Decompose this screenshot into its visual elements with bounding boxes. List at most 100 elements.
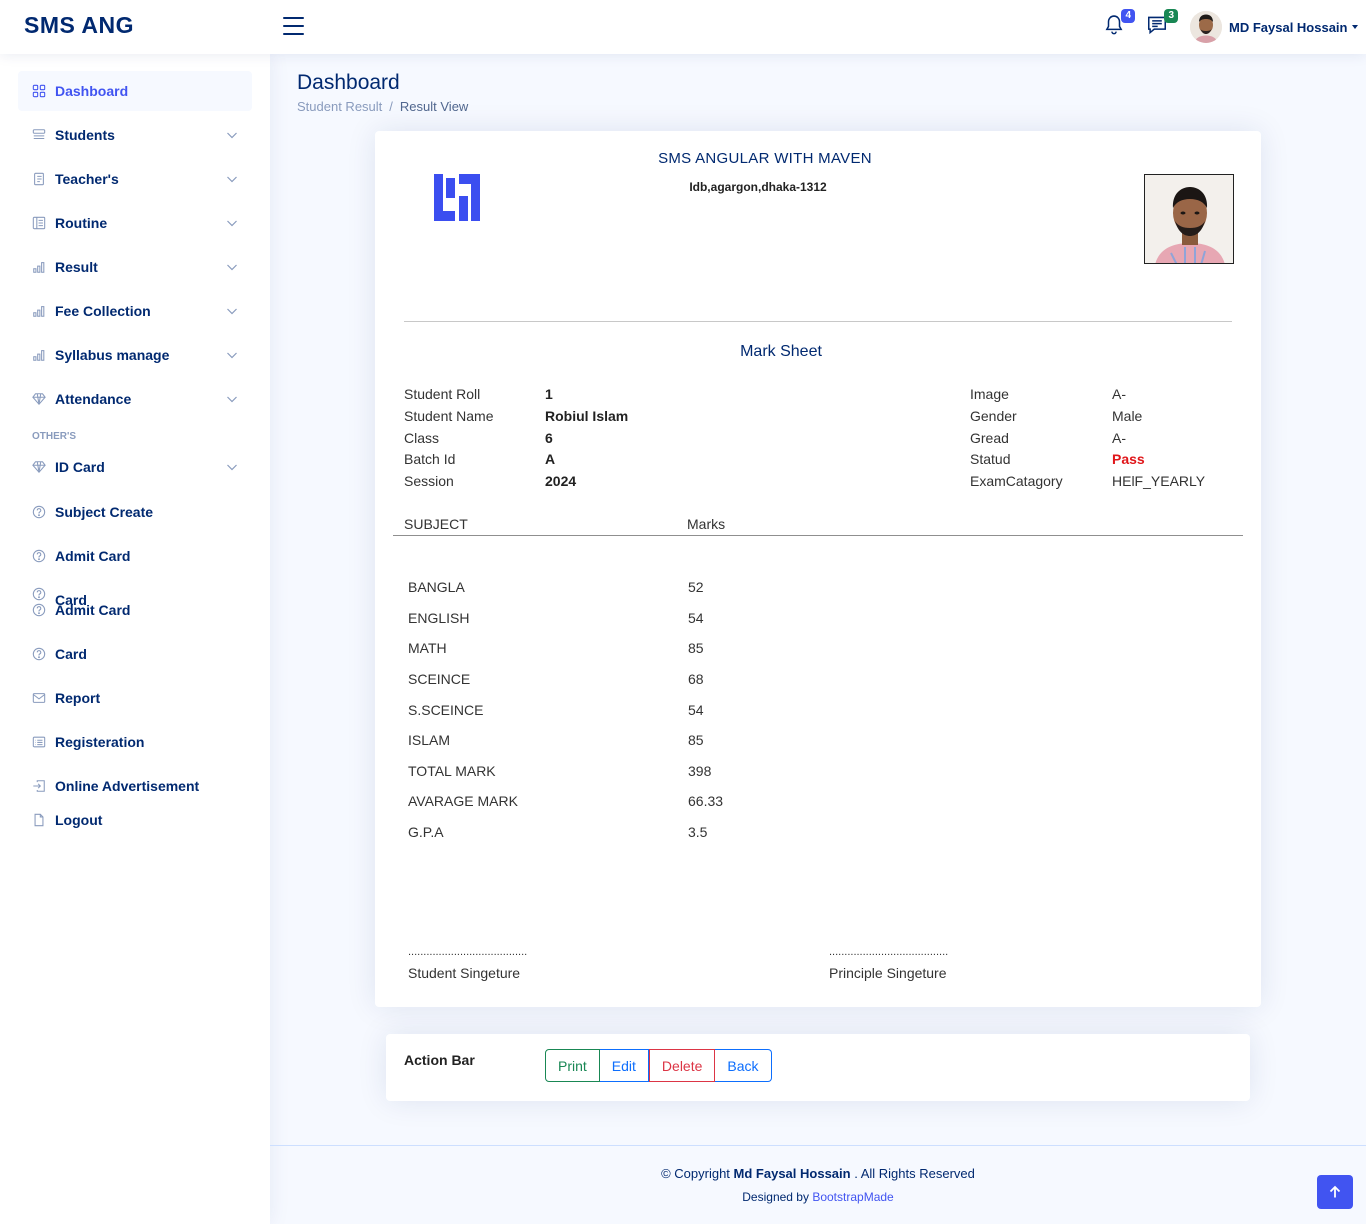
app-logo[interactable]: SMS ANG	[24, 12, 134, 39]
info-label-batch-id: Batch Id	[404, 451, 456, 467]
profile-dropdown[interactable]: MD Faysal Hossain	[1190, 11, 1358, 43]
sidebar-item-label: Attendance	[55, 391, 132, 407]
sidebar-item-admit-card-2[interactable]: Admit Card	[18, 590, 252, 630]
back-to-top-button[interactable]	[1317, 1175, 1353, 1209]
sidebar-item-fee-collection[interactable]: Fee Collection	[18, 291, 252, 331]
bar-chart-icon	[33, 262, 45, 273]
chevron-down-icon	[1351, 25, 1358, 29]
sidebar-item-label: Fee Collection	[55, 303, 151, 319]
principal-signature-line: .......................................	[829, 946, 949, 958]
file-icon	[34, 813, 44, 827]
notifications-badge: 4	[1121, 9, 1135, 23]
notifications-bell-icon[interactable]: 4	[1103, 9, 1135, 38]
header-divider	[404, 321, 1232, 322]
sidebar-item-admit-card[interactable]: Admit Card	[18, 536, 252, 576]
top-header: SMS ANG 4 3 MD Faysal Hossain	[0, 0, 1366, 54]
sidebar-item-label: Report	[55, 690, 101, 706]
sidebar-item-syllabus-manage[interactable]: Syllabus manage	[18, 335, 252, 375]
table-row-marks: 54	[688, 702, 704, 718]
sidebar-item-label: Routine	[55, 215, 108, 231]
card-list-icon	[32, 736, 46, 748]
page-title: Dashboard	[297, 71, 400, 94]
print-button[interactable]: Print	[545, 1049, 600, 1082]
chevron-down-icon	[227, 396, 237, 403]
breadcrumb-item-student-result[interactable]: Student Result	[297, 99, 382, 114]
student-photo	[1144, 174, 1234, 264]
student-signature-line: .......................................	[408, 946, 528, 958]
sidebar-item-label: ID Card	[55, 459, 105, 475]
back-button[interactable]: Back	[715, 1049, 772, 1082]
sidebar-item-label: Syllabus manage	[55, 347, 170, 363]
sidebar-item-label: Registeration	[55, 734, 145, 750]
info-label-gender: Gender	[970, 408, 1017, 424]
info-value-class: 6	[545, 430, 553, 446]
info-value-batch-id: A	[545, 451, 556, 467]
info-label-student-roll: Student Roll	[404, 386, 481, 402]
sidebar-item-subject-create[interactable]: Subject Create	[18, 492, 252, 532]
table-row-marks: 54	[688, 610, 704, 626]
marksheet-title: Mark Sheet	[740, 343, 822, 360]
chevron-down-icon	[227, 352, 237, 359]
sidebar-item-dashboard[interactable]: Dashboard	[18, 71, 252, 111]
profile-name: MD Faysal Hossain	[1229, 19, 1348, 35]
sidebar-item-label: Admit Card	[55, 602, 131, 618]
delete-button[interactable]: Delete	[648, 1049, 716, 1082]
sidebar-item-logout[interactable]: Logout	[18, 800, 252, 840]
sidebar-item-students[interactable]: Students	[18, 115, 252, 155]
info-value-grade: A-	[1112, 430, 1126, 446]
sidebar-toggle-icon[interactable]	[283, 17, 304, 37]
chevron-down-icon	[227, 264, 237, 271]
breadcrumb: Student Result / Result View	[297, 99, 468, 114]
sidebar-item-routine[interactable]: Routine	[18, 203, 252, 243]
question-circle-icon	[32, 505, 46, 519]
sidebar-item-label: Card	[55, 646, 87, 662]
question-circle-icon	[32, 603, 46, 617]
messages-chat-icon[interactable]: 3	[1146, 9, 1178, 38]
avatar	[1190, 11, 1222, 43]
sidebar-item-id-card[interactable]: ID Card	[18, 447, 252, 487]
table-header-divider	[393, 535, 1243, 536]
arrow-up-icon	[1329, 1185, 1341, 1198]
marksheet-card: SMS ANGULAR WITH MAVEN Idb,agargon,dhaka…	[375, 131, 1261, 1007]
sidebar-item-teachers[interactable]: Teacher's	[18, 159, 252, 199]
sidebar-item-report[interactable]: Report	[18, 678, 252, 718]
action-bar-title: Action Bar	[404, 1052, 475, 1068]
sidebar-item-card[interactable]: Card	[18, 634, 252, 674]
action-button-group: Print Edit Delete Back	[545, 1049, 772, 1082]
sidebar-item-attendance[interactable]: Attendance	[18, 379, 252, 419]
footer: © Copyright Md Faysal Hossain . All Righ…	[270, 1145, 1366, 1224]
info-label-session: Session	[404, 473, 454, 489]
credits: Designed by BootstrapMade	[270, 1190, 1366, 1204]
copyright: © Copyright Md Faysal Hossain . All Righ…	[270, 1166, 1366, 1181]
bar-chart-icon	[33, 350, 45, 361]
sidebar-item-label: Online Advertisement	[55, 778, 200, 794]
question-circle-icon	[32, 549, 46, 563]
column-header-subject: SUBJECT	[404, 516, 468, 532]
layout-text-icon	[32, 216, 46, 230]
table-row-subject: SCEINCE	[408, 671, 471, 687]
table-row-marks: 85	[688, 732, 704, 748]
chevron-down-icon	[227, 220, 237, 227]
table-row-marks: 66.33	[688, 793, 724, 809]
info-label-grade: Gread	[970, 430, 1009, 446]
copyright-suffix: . All Rights Reserved	[854, 1166, 975, 1181]
sidebar-item-registeration[interactable]: Registeration	[18, 722, 252, 762]
sidebar-item-label: Students	[55, 127, 115, 143]
table-row-marks: 3.5	[688, 824, 708, 840]
breadcrumb-item-result-view: Result View	[399, 99, 469, 114]
edit-button[interactable]: Edit	[599, 1049, 649, 1082]
table-row-subject: AVARAGE MARK	[408, 793, 518, 809]
info-value-student-name: Robiul Islam	[545, 408, 629, 424]
box-arrow-in-right-icon	[33, 780, 45, 792]
sidebar-item-label: Subject Create	[55, 504, 154, 520]
grid-icon	[32, 84, 46, 98]
table-row-subject: S.SCEINCE	[408, 702, 484, 718]
info-label-status: Statud	[970, 451, 1011, 467]
sidebar-item-label: Admit Card	[55, 548, 131, 564]
sidebar-item-result[interactable]: Result	[18, 247, 252, 287]
sidebar-item-label: Teacher's	[55, 171, 119, 187]
institute-logo-icon	[434, 174, 480, 221]
designer-link[interactable]: BootstrapMade	[812, 1190, 893, 1204]
gem-icon	[32, 461, 46, 474]
copyright-prefix: © Copyright	[661, 1166, 730, 1181]
